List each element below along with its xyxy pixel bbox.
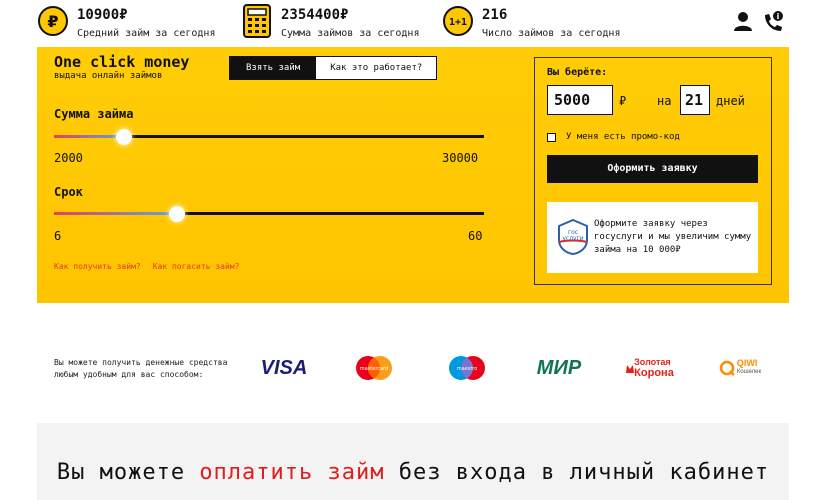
stat-value: 10900₽ [77,7,128,23]
gosuslugi-logo-icon: гос услуги [558,218,588,256]
ruble-coin-icon: ₽ [38,6,68,36]
sum-slider-min: 2000 [54,151,83,165]
maestro-logo-text: maestro [457,366,478,372]
mastercard-logo-text: mastercard [360,366,388,372]
mir-logo: МИР [529,354,589,382]
banner-text-part1: Вы можете [56,460,200,485]
pay-loan-link[interactable]: оплатить займ [199,460,384,485]
zolotaya-korona-logo: Золотая Корона [624,354,676,382]
sum-slider-thumb[interactable] [116,129,132,145]
promo-checkbox[interactable] [547,132,556,142]
one-plus-one-icon: 1+1 [443,6,473,36]
phone-info-icon[interactable]: i [761,10,785,34]
stat-value: 2354400₽ [281,7,349,23]
gosuslugi-text: Оформите заявку через госуслуги и мы уве… [594,219,752,255]
payment-methods-text: Вы можете получить денежные средства люб… [54,357,227,381]
calculator-icon [243,4,271,38]
stat-value: 216 [482,7,508,23]
tabs: Взять займ Как это работает? [229,56,438,80]
how-to-get-loan-link[interactable]: Как получить займ? [54,262,141,271]
stat-caption: Средний займ за сегодня [77,28,216,39]
apply-button[interactable]: Оформить заявку [547,155,758,183]
payment-text-line2: любым удобным для вас способом: [54,370,204,379]
on-label: на [657,94,672,108]
visa-logo: VISA [256,354,312,382]
term-slider-thumb[interactable] [169,206,185,222]
promo-code-option[interactable]: У меня есть промо-код [547,132,680,142]
brand-tagline: выдача онлайн займов [54,71,163,81]
term-slider-track[interactable] [54,206,484,222]
mastercard-icon: mastercard [356,356,392,380]
user-icon[interactable] [733,10,753,32]
help-links: Как получить займ? Как погасить займ? [54,262,239,271]
days-input[interactable]: 21 [680,85,710,115]
zk-line2: Корона [634,367,674,379]
order-box: Вы берёте: 5000 ₽ на 21 дней У меня есть… [534,57,772,285]
stat-average-loan: ₽ 10900₽ Средний займ за сегодня [37,4,215,40]
stat-total-loans: 2354400₽ Сумма займов за сегодня [241,4,419,40]
term-slider-min: 6 [54,229,62,243]
header-icons: i [733,10,785,34]
payment-text-line1: Вы можете получить денежные средства [54,358,228,367]
brand-name: One click money [54,53,190,71]
maestro-icon: maestro [449,356,485,380]
stat-loan-count: 1+1 216 Число займов за сегодня [442,4,620,40]
sum-slider-max: 30000 [442,151,479,165]
qiwi-icon [719,360,735,376]
term-slider-label: Срок [54,185,83,199]
sum-slider-fill [54,135,124,138]
order-title: Вы берёте: [547,67,608,78]
sum-slider-label: Сумма займа [54,107,134,121]
term-slider-fill [54,212,177,215]
banner-text-part3: без входа в личный кабинет [384,460,770,485]
visa-logo-text: VISA [260,356,308,379]
days-unit-label: дней [716,94,745,108]
mir-logo-text: МИР [536,356,582,379]
stats-bar: ₽ 10900₽ Средний займ за сегодня 2354400… [0,0,825,46]
banner-heading: Вы можете оплатить займ без входа в личн… [37,460,789,485]
gosuslugi-card[interactable]: гос услуги Оформите заявку через госуслу… [547,202,758,273]
currency-label: ₽ [619,94,627,108]
qiwi-text: QIWI [736,358,758,368]
svg-text:1+1: 1+1 [449,17,467,28]
crown-icon [626,365,635,373]
pay-without-login-banner: Вы можете оплатить займ без входа в личн… [37,423,789,500]
svg-text:i: i [777,12,780,21]
mastercard-logo: mastercard [354,354,394,382]
stat-caption: Число займов за сегодня [482,28,621,39]
maestro-logo: maestro [447,354,487,382]
term-slider-max: 60 [468,229,483,243]
amount-input[interactable]: 5000 [547,85,613,115]
sum-slider-track[interactable] [54,129,484,145]
svg-text:₽: ₽ [47,12,58,31]
qiwi-sub: Кошелек [736,369,762,375]
gosuslugi-logo-line2: услуги [562,235,583,242]
stat-caption: Сумма займов за сегодня [281,28,420,39]
how-to-repay-link[interactable]: Как погасить займ? [153,262,240,271]
brand: One click money выдача онлайн займов [54,53,189,81]
tab-take-loan[interactable]: Взять займ [230,57,317,79]
qiwi-logo: QIWI Кошелек [716,354,764,382]
tab-how-it-works[interactable]: Как это работает? [316,57,437,79]
loan-calculator-panel: One click money выдача онлайн займов Взя… [37,47,789,303]
promo-label: У меня есть промо-код [566,132,680,142]
